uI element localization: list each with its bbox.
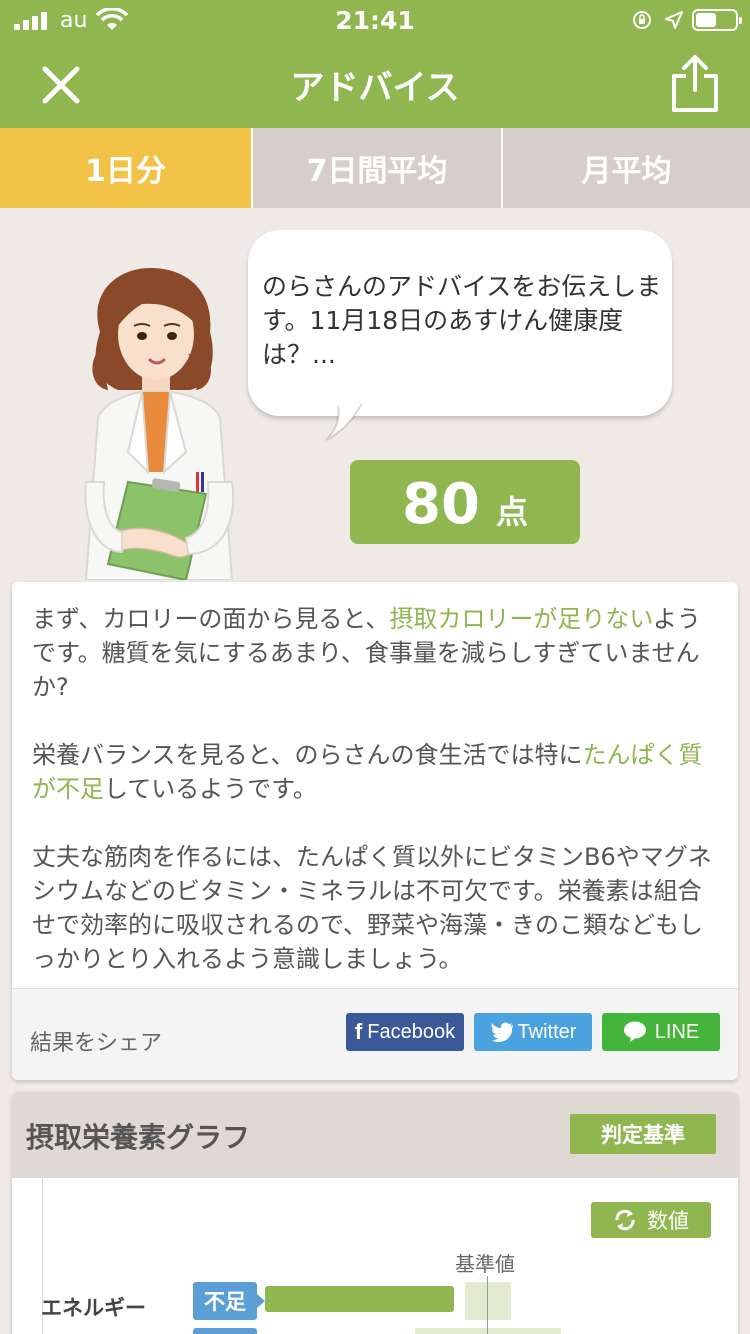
twitter-label: Twitter bbox=[517, 1020, 577, 1043]
line-share-button[interactable]: LINE bbox=[602, 1013, 720, 1051]
score-value: 80 bbox=[402, 472, 480, 537]
reference-label: 基準値 bbox=[455, 1252, 515, 1276]
status-bar: au 21:41 bbox=[0, 0, 750, 40]
advice-card: まず、カロリーの面から見ると、摂取カロリーが足りないようです。糖質を気にするあま… bbox=[12, 582, 738, 1080]
status-badge bbox=[193, 1328, 257, 1334]
reference-band bbox=[465, 1282, 511, 1320]
advice-paragraph-1: まず、カロリーの面から見ると、摂取カロリーが足りないようです。糖質を気にするあま… bbox=[32, 605, 701, 701]
score-unit: 点 bbox=[495, 493, 528, 531]
graph-body: 数値 基準値 エネルギー 不足 bbox=[41, 1178, 738, 1334]
share-label: 結果をシェア bbox=[30, 1031, 163, 1056]
share-icon[interactable] bbox=[668, 54, 722, 114]
tab-monthly-average[interactable]: 月平均 bbox=[501, 128, 750, 208]
values-label: 数値 bbox=[647, 1209, 689, 1233]
line-label: LINE bbox=[654, 1020, 700, 1043]
line-icon bbox=[623, 1021, 646, 1042]
status-badge: 不足 bbox=[193, 1282, 265, 1320]
twitter-icon bbox=[490, 1022, 513, 1042]
nav-bar: アドバイス bbox=[0, 40, 750, 128]
orientation-lock-icon bbox=[633, 11, 651, 29]
health-score: 80 点 bbox=[350, 460, 580, 544]
tab-7day-average[interactable]: 7日間平均 bbox=[251, 128, 501, 208]
advice-paragraph-3: 丈夫な筋肉を作るには、たんぱく質以外にビタミンB6やマグネシウムなどのビタミン・… bbox=[32, 843, 712, 973]
criteria-button[interactable]: 判定基準 bbox=[570, 1114, 716, 1154]
graph-header: 摂取栄養素グラフ 判定基準 bbox=[12, 1092, 738, 1178]
reference-band bbox=[415, 1328, 561, 1334]
reference-line bbox=[487, 1276, 488, 1334]
speech-bubble: のらさんのアドバイスをお伝えします。11月18日のあすけん健康度は？... bbox=[248, 230, 672, 416]
advice-text: まず、カロリーの面から見ると、摂取カロリーが足りないようです。糖質を気にするあま… bbox=[32, 602, 722, 1010]
refresh-icon bbox=[615, 1209, 635, 1231]
location-icon bbox=[665, 11, 683, 29]
values-toggle-button[interactable]: 数値 bbox=[591, 1202, 711, 1238]
share-bar: 結果をシェア f Facebook Twitter LINE bbox=[12, 988, 738, 1080]
advice-paragraph-2: 栄養バランスを見ると、のらさんの食生活では特にたんぱく質が不足しているようです。 bbox=[32, 741, 703, 803]
facebook-label: Facebook bbox=[367, 1020, 456, 1043]
nutrient-name: エネルギー bbox=[41, 1296, 146, 1320]
advisor-illustration bbox=[84, 268, 235, 580]
battery-icon bbox=[692, 9, 742, 31]
facebook-share-button[interactable]: f Facebook bbox=[346, 1013, 464, 1051]
nutrient-bar bbox=[265, 1286, 454, 1312]
speech-text: のらさんのアドバイスをお伝えします。11月18日のあすけん健康度は？... bbox=[262, 272, 662, 369]
period-tabs: 1日分 7日間平均 月平均 bbox=[0, 128, 750, 208]
advice-highlight: 摂取カロリーが足りない bbox=[389, 605, 653, 633]
graph-title: 摂取栄養素グラフ bbox=[26, 1121, 251, 1154]
page-title: アドバイス bbox=[290, 68, 460, 108]
tab-1day[interactable]: 1日分 bbox=[0, 128, 251, 208]
nutrient-graph-card: 摂取栄養素グラフ 判定基準 数値 基準値 エネルギー 不足 bbox=[12, 1092, 738, 1334]
facebook-icon: f bbox=[354, 1019, 363, 1044]
speech-bubble-tail bbox=[316, 404, 362, 441]
twitter-share-button[interactable]: Twitter bbox=[474, 1013, 592, 1051]
